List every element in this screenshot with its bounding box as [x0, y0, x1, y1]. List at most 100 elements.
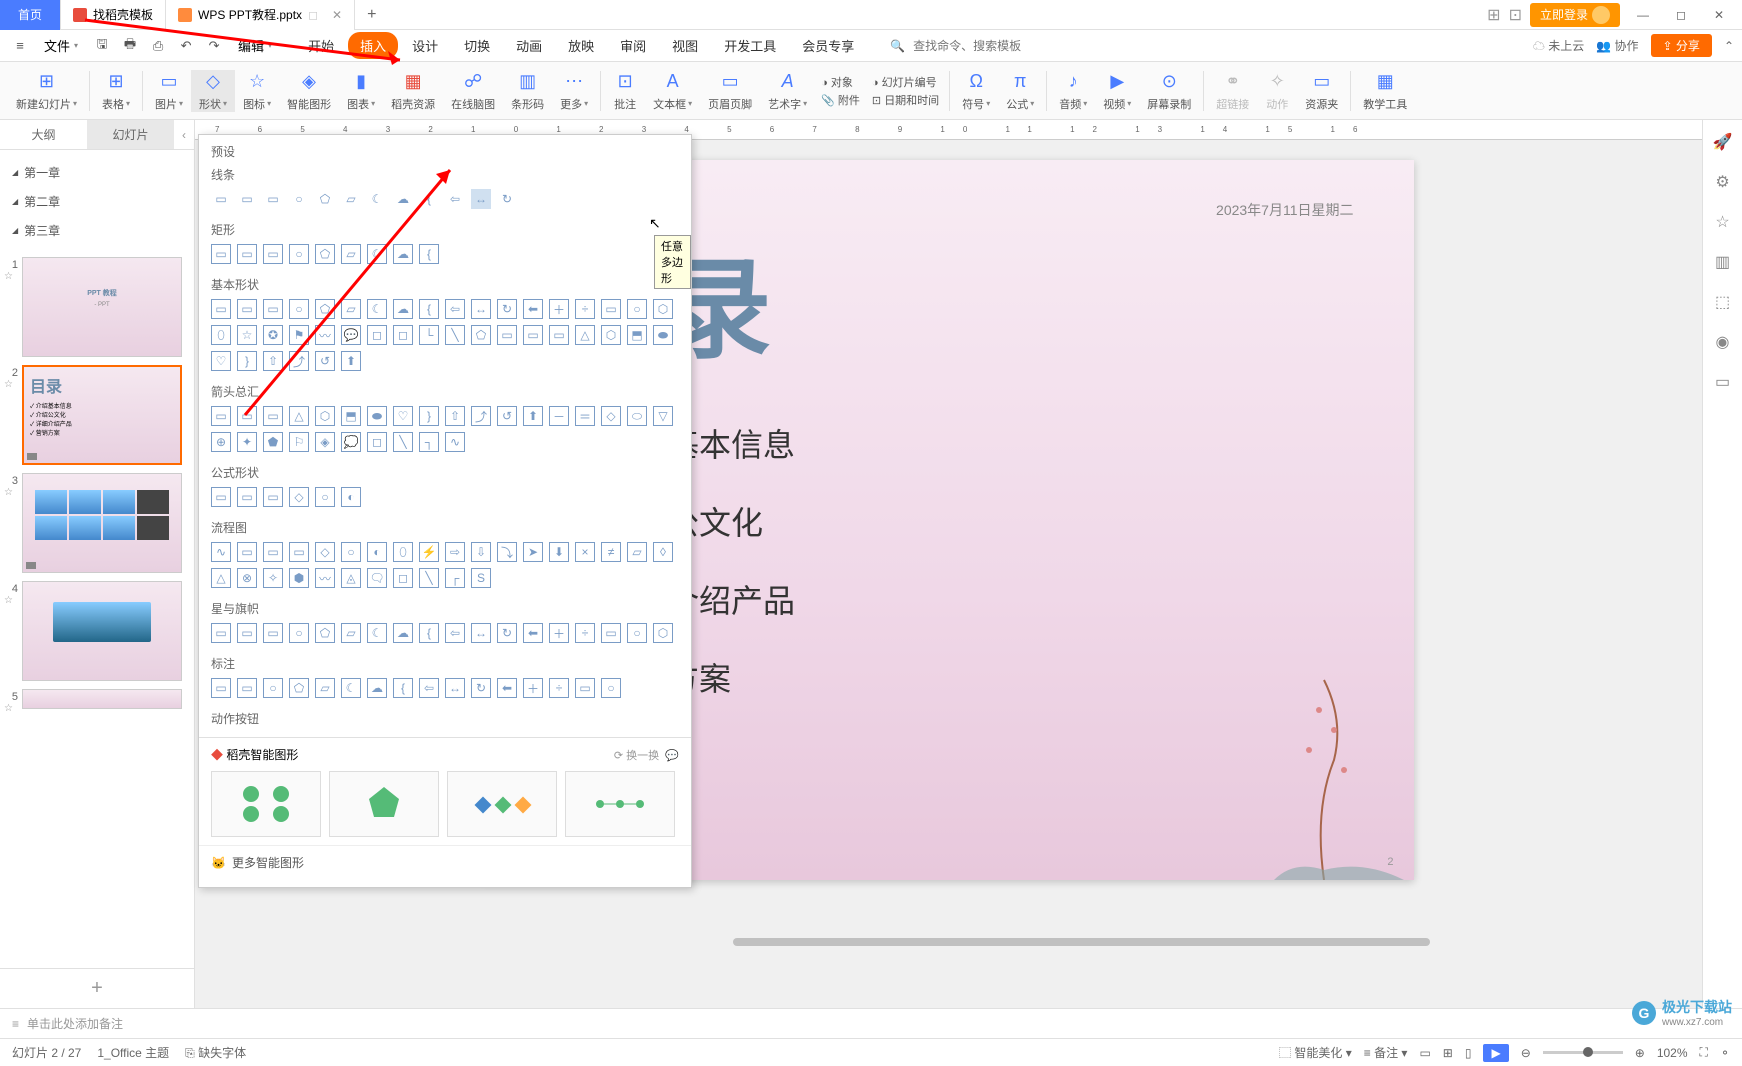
shape-option[interactable]: ☾ [341, 678, 361, 698]
shape-option[interactable]: ⬅ [497, 678, 517, 698]
refresh-button[interactable]: ⟳ 换一换 [614, 750, 659, 762]
shape-option[interactable]: ◇ [289, 487, 309, 507]
shape-option[interactable]: ▽ [653, 406, 673, 426]
ribbon-comment[interactable]: ⊡批注 [605, 70, 645, 112]
shape-option[interactable]: ○ [601, 678, 621, 698]
notes-bar[interactable]: ≡ 单击此处添加备注 [0, 1008, 1742, 1038]
scrollbar-horizontal[interactable] [501, 936, 1662, 948]
feedback-icon[interactable]: 💬 [665, 750, 679, 762]
shape-option[interactable]: ⬠ [289, 678, 309, 698]
shape-option[interactable]: △ [211, 568, 231, 588]
smart-shape-thumb[interactable] [211, 771, 321, 837]
shape-option[interactable]: ↻ [497, 189, 517, 209]
smart-beautify[interactable]: ⬚ 智能美化 ▾ [1279, 1044, 1352, 1061]
maximize-button[interactable]: ◻ [1666, 0, 1696, 30]
slideshow-button[interactable]: ▶ [1483, 1044, 1508, 1062]
collab-button[interactable]: 👥 协作 [1596, 37, 1638, 54]
shape-option[interactable]: ✧ [263, 568, 283, 588]
shape-option[interactable]: 🗨 [367, 568, 387, 588]
shape-option[interactable]: ▭ [601, 299, 621, 319]
shape-option[interactable]: ▭ [549, 325, 569, 345]
shape-option[interactable]: ⬢ [289, 568, 309, 588]
shape-option[interactable]: S [471, 568, 491, 588]
shape-option[interactable]: ↺ [497, 406, 517, 426]
ribbon-hyperlink[interactable]: ⚭超链接 [1208, 70, 1257, 112]
shape-option[interactable]: ▭ [237, 542, 257, 562]
shape-option[interactable]: ∿ [445, 432, 465, 452]
shape-option[interactable]: ⬯ [393, 542, 413, 562]
search-input[interactable] [913, 39, 1033, 53]
chapter-item[interactable]: ◢第二章 [8, 187, 186, 216]
shape-option[interactable]: ⬡ [601, 325, 621, 345]
shape-option[interactable]: ↔ [445, 678, 465, 698]
shape-option[interactable]: ◐ [341, 487, 361, 507]
shape-option[interactable]: ▭ [211, 189, 231, 209]
slide-thumbnail-4[interactable] [22, 581, 182, 681]
shape-option[interactable]: ▭ [211, 623, 231, 643]
shape-option[interactable]: 〰 [315, 568, 335, 588]
command-search[interactable]: 🔍 [890, 39, 1033, 53]
shape-option[interactable]: ⊕ [211, 432, 231, 452]
zoom-level[interactable]: 102% [1657, 1046, 1688, 1060]
shape-option[interactable]: ⬭ [627, 406, 647, 426]
settings-icon[interactable]: ⚙ [1715, 172, 1729, 192]
shape-option[interactable]: ◊ [653, 542, 673, 562]
collapse-ribbon-icon[interactable]: ⌃ [1724, 39, 1734, 53]
menu-tab-devtools[interactable]: 开发工具 [712, 32, 788, 59]
apps-icon[interactable]: ⊡ [1509, 5, 1522, 25]
shape-option[interactable]: ▭ [263, 487, 283, 507]
shape-option[interactable]: ↔ [471, 189, 491, 209]
shape-option[interactable]: ⬡ [653, 623, 673, 643]
ribbon-smartart[interactable]: ◈智能图形 [279, 70, 339, 112]
smart-shape-thumb[interactable] [565, 771, 675, 837]
shape-option[interactable]: ◻ [367, 432, 387, 452]
file-menu[interactable]: 文件▾ [36, 36, 86, 55]
ribbon-textbox[interactable]: A文本框▾ [645, 70, 700, 112]
add-slide-button[interactable]: + [0, 968, 194, 1008]
shape-option[interactable]: ⚐ [289, 432, 309, 452]
slide-thumbnail-2[interactable]: 目录 ✓ 介绍基本信息 ✓ 介绍公文化 ✓ 详细介绍产品 ✓ 营销方案 [22, 365, 182, 465]
shape-option[interactable]: ▭ [211, 678, 231, 698]
chapter-item[interactable]: ◢第一章 [8, 158, 186, 187]
shape-option[interactable]: ÷ [549, 678, 569, 698]
ribbon-symbol[interactable]: Ω符号▾ [954, 70, 998, 112]
shape-option[interactable]: ┐ [419, 432, 439, 452]
ribbon-video[interactable]: ▶视频▾ [1095, 70, 1139, 112]
shape-option[interactable]: ┌ [445, 568, 465, 588]
shape-option[interactable]: － [549, 406, 569, 426]
shape-option[interactable]: ○ [341, 542, 361, 562]
shape-option[interactable]: ＋ [549, 299, 569, 319]
shape-option[interactable]: ◻ [393, 568, 413, 588]
shape-option[interactable]: ⇦ [445, 623, 465, 643]
shape-option[interactable]: ⬟ [263, 432, 283, 452]
shape-option[interactable]: ⇨ [445, 542, 465, 562]
shape-option[interactable]: ➤ [523, 542, 543, 562]
outline-tab-outline[interactable]: 大纲 [0, 120, 87, 149]
shape-option[interactable]: ＋ [549, 623, 569, 643]
ribbon-audio[interactable]: ♪音频▾ [1051, 70, 1095, 112]
shape-option[interactable]: ▭ [263, 623, 283, 643]
ribbon-new-slide[interactable]: ⊞新建幻灯片▾ [8, 70, 85, 112]
chapter-item[interactable]: ◢第三章 [8, 216, 186, 245]
share-button[interactable]: ⇪ 分享 [1651, 34, 1712, 57]
shape-option[interactable]: ＝ [575, 406, 595, 426]
shape-option[interactable]: ○ [315, 487, 335, 507]
shape-option[interactable]: ○ [263, 678, 283, 698]
shape-option[interactable]: ◬ [341, 568, 361, 588]
missing-font[interactable]: ⎘ 缺失字体 [185, 1044, 246, 1061]
menu-tab-vip[interactable]: 会员专享 [790, 32, 866, 59]
shape-option[interactable]: ▱ [627, 542, 647, 562]
menu-tab-transition[interactable]: 切换 [452, 32, 502, 59]
layers-icon[interactable]: ▥ [1715, 252, 1730, 272]
shape-option[interactable]: ↔ [471, 299, 491, 319]
shape-option[interactable]: ☁ [367, 678, 387, 698]
shape-option[interactable]: ＋ [523, 678, 543, 698]
shape-option[interactable]: ▭ [211, 487, 231, 507]
ribbon-action[interactable]: ✧动作 [1257, 70, 1297, 112]
shape-option[interactable]: ▭ [211, 244, 231, 264]
ribbon-more[interactable]: ⋯更多▾ [552, 70, 596, 112]
shape-option[interactable]: ○ [627, 299, 647, 319]
star-icon[interactable]: ☆ [4, 271, 18, 282]
shape-option[interactable]: ⚡ [419, 542, 439, 562]
menu-tab-view[interactable]: 视图 [660, 32, 710, 59]
